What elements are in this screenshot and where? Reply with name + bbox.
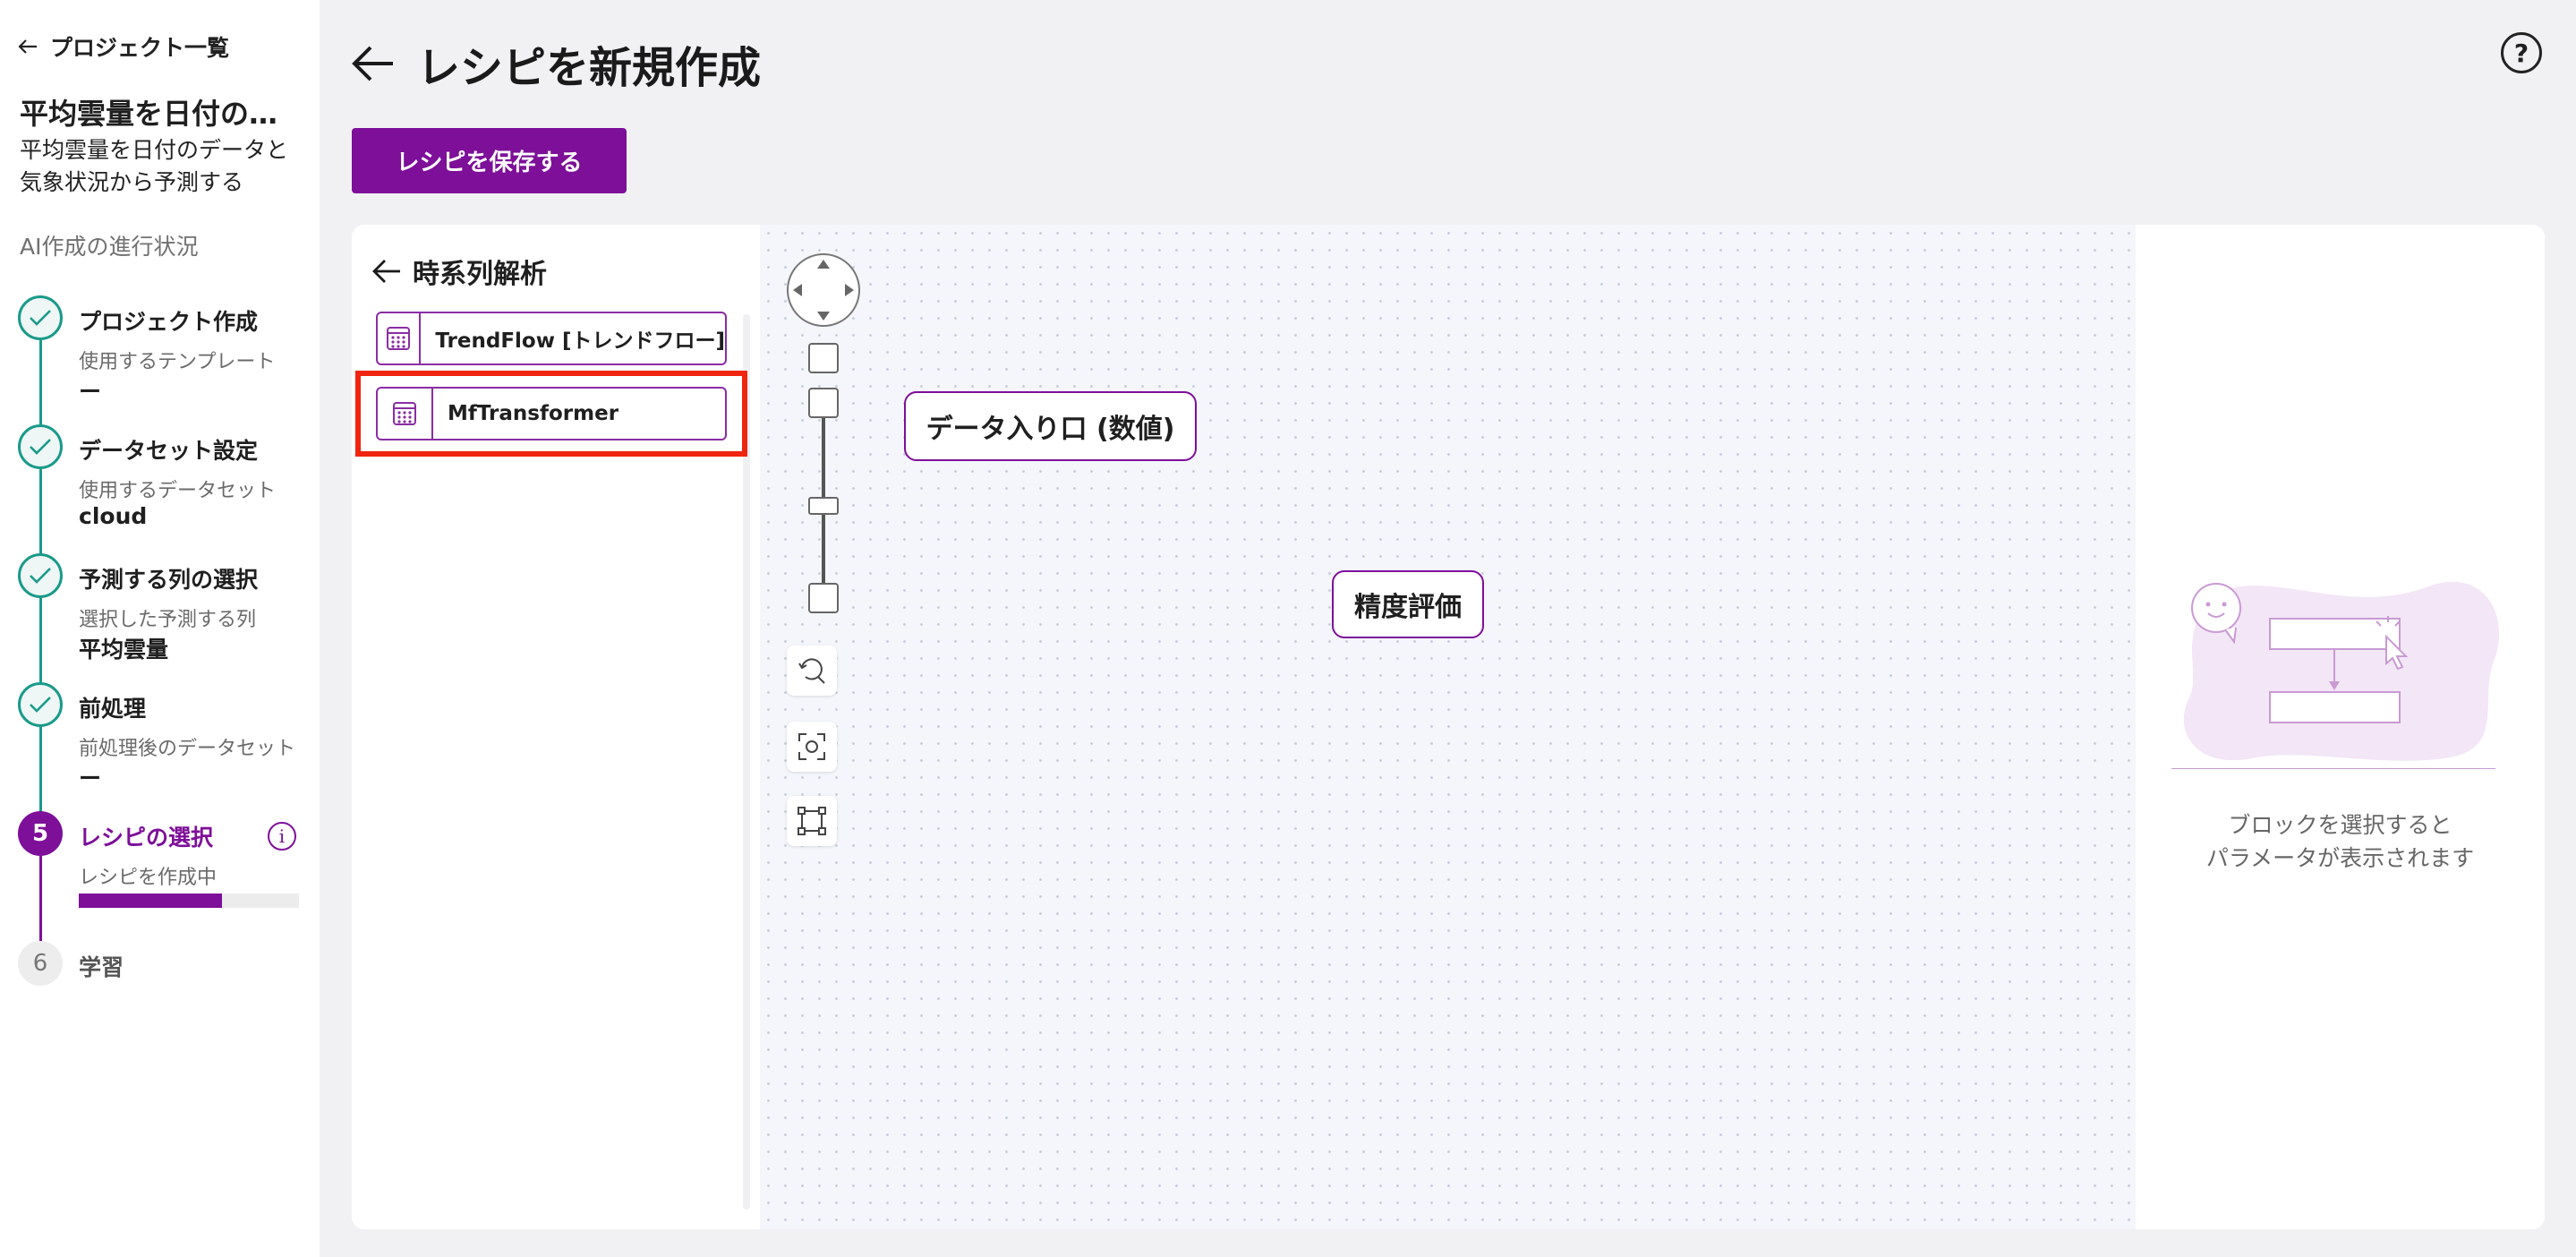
step-title: 学習 [79, 954, 124, 980]
step-value: ー [79, 379, 102, 405]
screenshot-button[interactable] [787, 722, 837, 772]
focus-icon [798, 733, 825, 760]
step-subtitle: レシピを作成中 [79, 867, 218, 889]
check-icon [30, 568, 51, 584]
back-to-projects-link[interactable]: プロジェクト一覧 [18, 30, 229, 63]
step-subtitle: 選択した予測する列 [79, 609, 257, 631]
check-icon [30, 439, 51, 455]
step-number-badge: 6 [18, 941, 63, 986]
zoom-slider-thumb[interactable] [808, 497, 839, 515]
step-title: レシピの選択 [79, 825, 214, 851]
step-progress-fill [79, 894, 222, 908]
arrow-left-icon [372, 260, 400, 283]
project-description: 平均雲量を日付のデータと気象状況から予測する [20, 137, 289, 195]
step-connector [39, 469, 42, 554]
parameter-panel: ブロックを選択すると パラメータが表示されます [2136, 225, 2545, 1229]
fit-view-button[interactable] [787, 796, 837, 846]
recipe-canvas[interactable]: データ入り口 (数値) 精度評価 [760, 225, 2136, 1229]
back-arrow-icon[interactable] [351, 44, 396, 83]
node-data-input[interactable]: データ入り口 (数値) [904, 391, 1197, 461]
step-done-indicator [18, 682, 63, 727]
step-value: cloud [79, 503, 148, 529]
step-number-badge: 5 [18, 811, 63, 856]
check-icon [30, 310, 51, 326]
block-list-panel: 時系列解析 TrendFlow [トレンドフロー] MfTransformer [352, 225, 760, 1229]
empty-message-line: パラメータが表示されます [2205, 845, 2475, 871]
fit-frame-icon [798, 807, 826, 835]
save-recipe-button[interactable]: レシピを保存する [352, 128, 627, 193]
step-subtitle: 使用するテンプレート [79, 351, 276, 373]
step-subtitle: 前処理後のデータセット [79, 738, 296, 760]
step-subtitle: 使用するデータセット [79, 480, 277, 502]
help-icon[interactable]: ? [2501, 32, 2542, 73]
project-title: 平均雲量を日付のデ... [20, 97, 306, 131]
info-icon[interactable]: i [268, 822, 296, 851]
block-category-back[interactable]: 時系列解析 [371, 252, 547, 291]
node-accuracy-evaluation[interactable]: 精度評価 [1332, 570, 1484, 638]
step-connector [39, 598, 42, 683]
reset-view-button[interactable] [787, 646, 837, 696]
grid-block-icon [387, 327, 411, 350]
step-value: 平均雲量 [79, 637, 169, 663]
select-block-illustration [2171, 581, 2500, 769]
step-connector [39, 340, 42, 425]
block-icon [378, 313, 422, 363]
page-title: レシピを新規作成 [417, 43, 762, 93]
parameter-empty-message: ブロックを選択すると パラメータが表示されます [2136, 808, 2545, 875]
block-category-title: 時系列解析 [413, 259, 547, 290]
block-item-trendflow[interactable]: TrendFlow [トレンドフロー] [376, 312, 727, 365]
pan-control[interactable] [787, 253, 860, 327]
step-value: ー [79, 765, 102, 791]
step-title: 予測する列の選択 [79, 567, 259, 593]
check-icon [30, 697, 51, 713]
progress-heading: AI作成の進行状況 [20, 234, 199, 260]
back-link-label: プロジェクト一覧 [50, 35, 230, 61]
pan-arrows-icon [793, 260, 854, 321]
empty-message-line: ブロックを選択すると [2228, 812, 2452, 838]
step-title: 前処理 [79, 696, 147, 722]
page-header: レシピを新規作成 [351, 32, 761, 95]
step-connector [39, 727, 42, 812]
step-connector [39, 856, 42, 941]
zoom-in-button[interactable] [808, 343, 839, 373]
rotate-search-icon [798, 658, 825, 684]
arrow-left-icon [18, 39, 37, 54]
step-done-indicator [18, 553, 63, 598]
sidebar: プロジェクト一覧 平均雲量を日付のデ... 平均雲量を日付のデータと気象状況から… [0, 0, 320, 1257]
step-done-indicator [18, 295, 63, 340]
step-done-indicator [18, 424, 63, 469]
zoom-slider-track[interactable] [822, 388, 825, 603]
block-item-label: TrendFlow [トレンドフロー] [435, 329, 725, 353]
highlight-box [355, 371, 747, 457]
step-title: データセット設定 [79, 438, 259, 464]
step-title: プロジェクト作成 [79, 309, 259, 335]
zoom-slider-top[interactable] [808, 388, 839, 418]
zoom-out-button[interactable] [808, 583, 839, 613]
recipe-editor: 時系列解析 TrendFlow [トレンドフロー] MfTransformer … [352, 225, 2545, 1229]
step-progress-bar [79, 894, 299, 908]
